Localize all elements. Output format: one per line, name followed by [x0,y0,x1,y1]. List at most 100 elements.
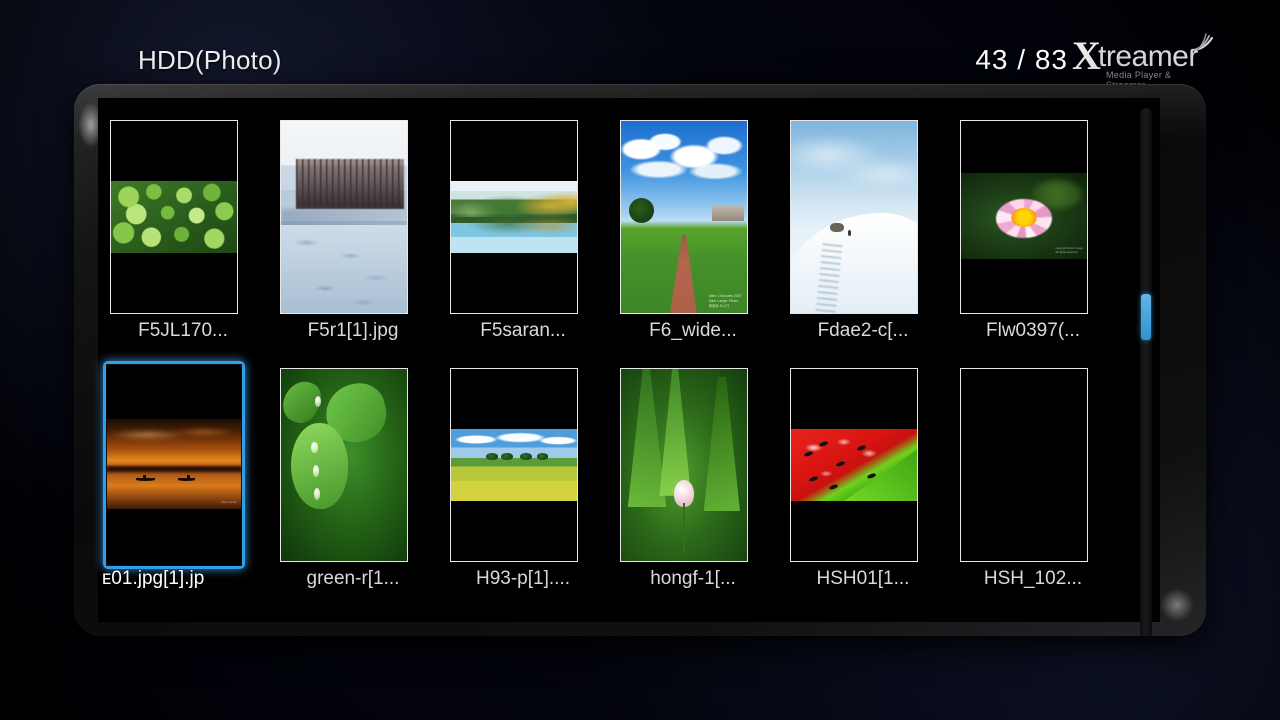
logo-wordmark: treamer [1098,40,1198,73]
photo-art-layer [711,205,745,221]
photo-art-layer [703,376,740,512]
thumbnail-frame [277,365,411,565]
photo-preview: copyright photo image all rights reserve… [961,172,1087,260]
photo-art [451,428,577,502]
photo-art-layer [627,369,667,508]
photo-preview [111,180,237,254]
thumbnail-label: HSH_102... [983,568,1083,589]
thumbnail-image [790,120,918,314]
photo-preview [791,121,917,313]
thumbnail-label: F5saran... [480,320,566,341]
thumbnail-frame [447,365,581,565]
photo-art-layer [281,224,407,313]
page-title: HDD(Photo) [138,45,282,75]
thumbnail-item[interactable]: H93-p[1].... [438,346,608,591]
wifi-wave-icon [1190,33,1214,52]
photo-preview [451,428,577,502]
photo-art [791,121,917,313]
thumbnail-label: F5JL170... [138,320,228,341]
logo-x-mark: X [1072,33,1101,78]
photo-art-layer [682,503,686,554]
thumbnail-image: copyright photo image all rights reserve… [960,120,1088,314]
thumbnail-image [960,368,1088,562]
footer-bar: HDD/C:/샘플사진모음 8 FUNC Operations [0,636,1280,720]
photo-art-layer [1011,208,1037,228]
photo-art-layer [451,192,577,217]
thumbnail-item[interactable]: Fdae2-c[... [778,98,948,343]
thumbnail-item[interactable]: F5saran... [438,98,608,343]
thumbnail-frame [787,117,921,317]
thumbnail-label: H93-p[1].... [476,568,570,589]
panel-highlight-bottom-right [1160,588,1194,622]
thumbnail-item[interactable]: green-r[1... [268,346,438,591]
photo-art-layer [312,465,319,477]
thumbnail-image [280,120,408,314]
thumbnail-image: photo by kim [106,364,242,566]
thumbnail-label: hongf-1[... [650,568,736,589]
photo-art-layer [296,159,405,210]
header-bar: HDD(Photo) 43 / 83 X treamer Media Playe… [0,0,1280,90]
photo-preview [621,369,747,561]
photo-art-layer [315,395,322,408]
photo-preview [281,369,407,561]
photo-art [107,419,241,509]
thumbnail-item[interactable]: After 1 Minutes 2007 Dark Larger Photo 해… [608,98,778,343]
thumbnail-item[interactable]: photo by kim ᴇ01.jpg[1].jp [98,346,268,591]
browser-panel: F5JL170... F5r1[1].jpg F5saran... After 1 M… [74,84,1206,636]
scrollbar-track[interactable] [1140,108,1152,636]
photo-art-layer [520,453,532,460]
photo-art-layer [311,441,318,454]
thumbnail-item[interactable]: hongf-1[... [608,346,778,591]
photo-art-layer [313,488,321,500]
photo-art [621,121,747,313]
photo-art-layer [501,453,513,460]
thumbnail-label: HSH01[1... [816,568,910,589]
thumbnail-item[interactable]: F5r1[1].jpg [268,98,438,343]
photo-art-layer [486,453,498,460]
photo-preview: After 1 Minutes 2007 Dark Larger Photo 해… [621,121,747,313]
thumbnail-label: green-r[1... [306,568,400,589]
photo-preview [791,428,917,502]
thumbnail-item[interactable]: HSH01[1... [778,346,948,591]
photo-art-layer [451,429,577,449]
thumbnail-frame: After 1 Minutes 2007 Dark Larger Photo 해… [617,117,751,317]
item-counter: 43 / 83 [975,44,1068,75]
thumbnail-image [450,368,578,562]
thumbnail-frame [277,117,411,317]
thumbnail-frame [617,365,751,565]
thumbnail-grid: F5JL170... F5r1[1].jpg F5saran... After 1 M… [98,98,1118,591]
photo-preview: photo by kim [107,419,241,509]
photo-art [621,369,747,561]
photo-art-layer [143,474,146,480]
thumbnail-image [110,120,238,314]
photo-watermark: copyright photo image all rights reserve… [1055,246,1083,255]
photo-art [111,180,237,254]
thumbnail-item[interactable]: copyright photo image all rights reserve… [948,98,1118,343]
thumbnail-image [790,368,918,562]
photo-art [451,180,577,254]
photo-art-layer [830,222,844,233]
thumbnail-area: F5JL170... F5r1[1].jpg F5saran... After 1 M… [98,98,1160,636]
thumbnail-label: F5r1[1].jpg [307,320,399,341]
thumbnail-frame [787,365,921,565]
thumbnail-label: F6_wide... [649,320,737,341]
xtreamer-logo: X treamer Media Player & Streamer [1072,33,1214,90]
thumbnail-frame: copyright photo image all rights reserve… [957,117,1091,317]
screen-root: HDD(Photo) 43 / 83 X treamer Media Playe… [0,0,1280,720]
thumbnail-item[interactable]: HSH_102... [948,346,1118,591]
photo-art-layer [187,474,191,480]
thumbnail-frame: photo by kim [103,361,245,569]
photo-preview [451,180,577,254]
photo-art-layer [107,465,241,472]
thumbnail-frame [107,117,241,317]
scrollbar-thumb[interactable] [1141,294,1151,340]
photo-preview [281,121,407,313]
thumbnail-label: ᴇ01.jpg[1].jp [102,568,205,589]
thumbnail-item[interactable]: F5JL170... [98,98,268,343]
photo-art-layer [451,216,577,239]
photo-art-layer [136,478,156,482]
photo-art [281,369,407,561]
thumbnail-image: After 1 Minutes 2007 Dark Larger Photo 해… [620,120,748,314]
photo-art-layer [659,369,692,496]
thumbnail-label: Fdae2-c[... [817,320,909,341]
